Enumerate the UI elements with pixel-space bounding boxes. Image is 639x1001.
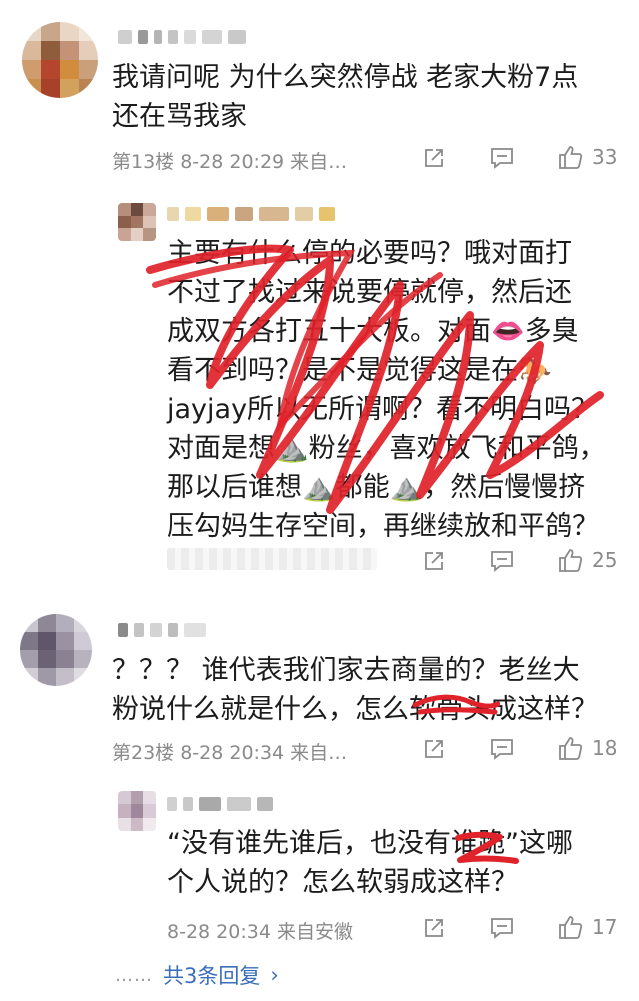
red-scribble xyxy=(455,831,519,864)
comment-text: “没有谁先谁后，也没有谁跪”这哪 个人说的？怎么软弱成这样？ xyxy=(167,828,573,898)
username[interactable] xyxy=(167,797,273,811)
chevron-right-icon: › xyxy=(270,963,279,987)
comment-text: 我请问呢 为什么突然停战 老家大粉7点 还在骂我家 xyxy=(112,62,579,132)
redacted-meta xyxy=(167,548,377,570)
avatar[interactable] xyxy=(118,791,156,831)
like-count: 33 xyxy=(592,145,618,169)
username[interactable] xyxy=(118,623,206,637)
share-icon[interactable] xyxy=(422,549,446,573)
ellipsis: …… xyxy=(115,964,153,986)
comment-meta: 8-28 20:34 来自安徽 xyxy=(167,921,353,943)
more-replies[interactable]: …… 共3条回复 › xyxy=(115,960,279,990)
like-icon xyxy=(556,734,584,762)
like-button[interactable]: 18 xyxy=(556,734,617,762)
more-replies-label: 共3条回复 xyxy=(163,964,261,988)
like-button[interactable]: 25 xyxy=(556,546,617,574)
comment-icon[interactable] xyxy=(489,549,515,573)
avatar[interactable] xyxy=(22,22,98,98)
comment-icon[interactable] xyxy=(489,146,515,170)
red-scribble xyxy=(146,244,604,514)
like-icon xyxy=(556,546,584,574)
like-button[interactable]: 33 xyxy=(556,143,617,171)
share-icon[interactable] xyxy=(422,146,446,170)
share-icon[interactable] xyxy=(422,916,446,940)
comment-meta: 第13楼 8-28 20:29 来自… xyxy=(112,151,348,173)
share-icon[interactable] xyxy=(422,737,446,761)
like-button[interactable]: 17 xyxy=(556,913,617,941)
comment-meta: 第23楼 8-28 20:34 来自… xyxy=(112,742,348,764)
like-count: 17 xyxy=(592,915,618,939)
username[interactable] xyxy=(118,30,246,44)
username[interactable] xyxy=(167,207,335,221)
red-scribble xyxy=(412,694,500,715)
comment-icon[interactable] xyxy=(489,916,515,940)
comment-icon[interactable] xyxy=(489,737,515,761)
comment-text: ？？？ 谁代表我们家去商量的？老丝大 粉说什么就是什么，怎么软骨头成这样？ xyxy=(112,655,598,725)
like-icon xyxy=(556,913,584,941)
like-icon xyxy=(556,143,584,171)
like-count: 25 xyxy=(592,548,618,572)
like-count: 18 xyxy=(592,736,618,760)
avatar[interactable] xyxy=(20,614,92,686)
